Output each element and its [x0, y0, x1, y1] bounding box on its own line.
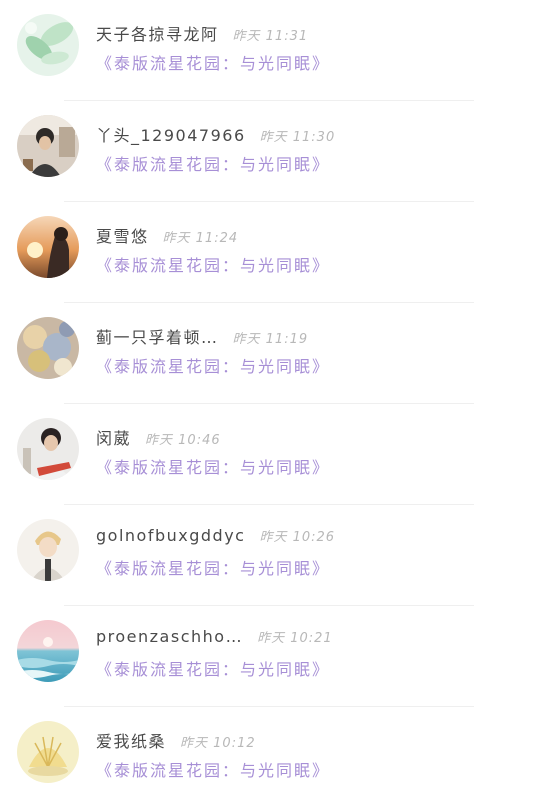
- conversation-item[interactable]: 夏雪悠 昨天 11:24 《泰版流星花园：与光同眠》: [0, 202, 540, 303]
- avatar[interactable]: [17, 418, 79, 480]
- conversation-item[interactable]: 丫头_129047966 昨天 11:30 《泰版流星花园：与光同眠》: [0, 101, 540, 202]
- conversation-meta: golnofbuxgddyc 昨天 10:26: [96, 526, 335, 550]
- person-avatar-icon: [17, 115, 79, 177]
- message-time: 昨天 10:26: [259, 530, 336, 545]
- avatar[interactable]: [17, 317, 79, 379]
- conversation-meta: 闵葳 昨天 10:46: [96, 425, 221, 449]
- contact-name: 丫头_129047966: [96, 126, 246, 145]
- conversation-item[interactable]: 天子各掠寻龙阿 昨天 11:31 《泰版流星花园：与光同眠》: [0, 0, 540, 101]
- conversation-item[interactable]: 爱我纸桑 昨天 10:12 《泰版流星花园：与光同眠》: [0, 707, 540, 801]
- avatar[interactable]: [17, 519, 79, 581]
- message-preview: 《泰版流星花园：与光同眠》: [96, 54, 331, 73]
- avatar[interactable]: [17, 115, 79, 177]
- message-time: 昨天 10:21: [257, 631, 333, 646]
- conversation-meta: 蓟一只孚着顿… 昨天 11:19: [96, 324, 308, 348]
- man-avatar-icon: [17, 418, 79, 480]
- message-time: 昨天 11:24: [162, 231, 239, 246]
- message-preview: 《泰版流星花园：与光同眠》: [96, 256, 331, 275]
- conversation-list: 天子各掠寻龙阿 昨天 11:31 《泰版流星花园：与光同眠》 丫头_129047…: [0, 0, 540, 801]
- sunset-avatar-icon: [17, 216, 79, 278]
- contact-name: 爱我纸桑: [96, 732, 167, 751]
- conversation-item[interactable]: 闵葳 昨天 10:46 《泰版流星花园：与光同眠》: [0, 404, 540, 505]
- conversation-item[interactable]: 蓟一只孚着顿… 昨天 11:19 《泰版流星花园：与光同眠》: [0, 303, 540, 404]
- contact-name: proenzaschho…: [96, 627, 244, 646]
- contact-name: 闵葳: [96, 429, 132, 448]
- message-time: 昨天 11:30: [259, 130, 336, 145]
- conversation-item[interactable]: golnofbuxgddyc 昨天 10:26 《泰版流星花园：与光同眠》: [0, 505, 540, 606]
- message-time: 昨天 10:12: [180, 736, 256, 751]
- conversation-item[interactable]: proenzaschho… 昨天 10:21 《泰版流星花园：与光同眠》: [0, 606, 540, 707]
- avatar[interactable]: [17, 14, 79, 76]
- flowers-avatar-icon: [17, 317, 79, 379]
- avatar[interactable]: [17, 721, 79, 783]
- message-time: 昨天 10:46: [145, 433, 221, 448]
- conversation-meta: 丫头_129047966 昨天 11:30: [96, 122, 335, 146]
- contact-name: 蓟一只孚着顿…: [96, 328, 219, 347]
- shell-avatar-icon: [17, 721, 79, 783]
- sea-avatar-icon: [17, 620, 79, 682]
- avatar[interactable]: [17, 216, 79, 278]
- message-time: 昨天 11:19: [232, 332, 309, 347]
- contact-name: golnofbuxgddyc: [96, 526, 246, 545]
- message-preview: 《泰版流星花园：与光同眠》: [96, 559, 331, 578]
- conversation-meta: 天子各掠寻龙阿 昨天 11:31: [96, 21, 308, 45]
- contact-name: 夏雪悠: [96, 227, 149, 246]
- conversation-meta: 夏雪悠 昨天 11:24: [96, 223, 238, 247]
- message-time: 昨天 11:31: [232, 29, 309, 44]
- anime-avatar-icon: [17, 519, 79, 581]
- conversation-meta: 爱我纸桑 昨天 10:12: [96, 728, 256, 752]
- message-preview: 《泰版流星花园：与光同眠》: [96, 761, 331, 780]
- message-preview: 《泰版流星花园：与光同眠》: [96, 155, 331, 174]
- conversation-meta: proenzaschho… 昨天 10:21: [96, 627, 333, 651]
- contact-name: 天子各掠寻龙阿: [96, 25, 219, 44]
- message-preview: 《泰版流星花园：与光同眠》: [96, 458, 331, 477]
- message-preview: 《泰版流星花园：与光同眠》: [96, 660, 331, 679]
- avatar[interactable]: [17, 620, 79, 682]
- message-preview: 《泰版流星花园：与光同眠》: [96, 357, 331, 376]
- leaf-avatar-icon: [17, 14, 79, 76]
